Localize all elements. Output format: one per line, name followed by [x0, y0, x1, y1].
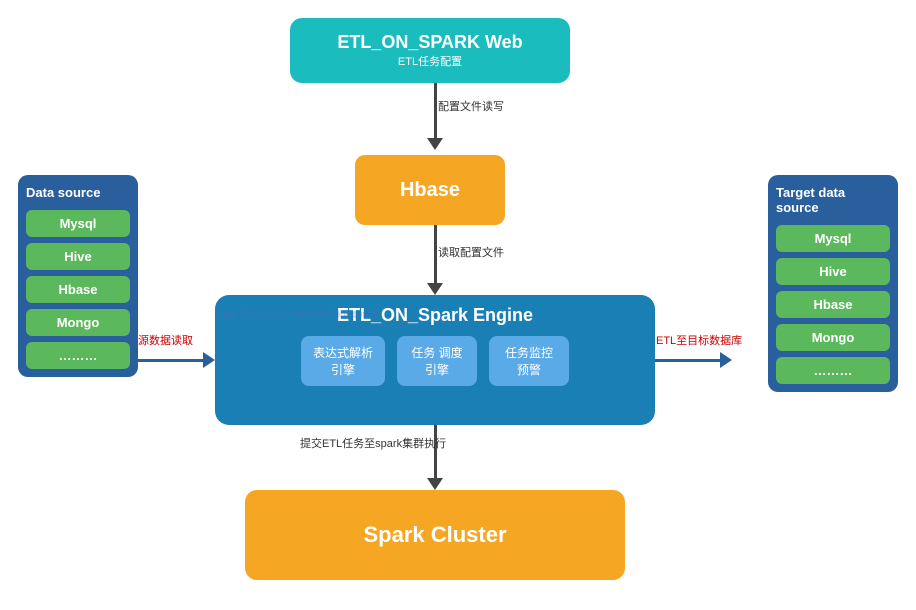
module-monitor: 任务监控预警 [489, 336, 569, 386]
arrow-head-right2 [720, 352, 732, 368]
arrow-hbase-to-engine [427, 225, 443, 295]
arrow-line-h2 [655, 359, 720, 362]
arrow-line [434, 425, 437, 478]
spark-cluster-box: Spark Cluster [245, 490, 625, 580]
module-schedule: 任务 调度引擎 [397, 336, 477, 386]
hbase-box: Hbase [355, 155, 505, 225]
spark-cluster-title: Spark Cluster [363, 522, 506, 548]
etl-web-subtitle: ETL任务配置 [398, 53, 462, 69]
submit-task-label: 提交ETL任务至spark集群执行 [300, 435, 446, 451]
etl-web-title: ETL_ON_SPARK Web [337, 32, 522, 53]
hbase-title: Hbase [400, 179, 460, 202]
right-item-hive: Hive [776, 258, 890, 285]
read-config-label: 读取配置文件 [438, 244, 504, 260]
left-item-mysql: Mysql [26, 210, 130, 237]
left-panel-title: Data source [26, 185, 130, 200]
right-panel-title: Target data source [776, 185, 890, 215]
etl-to-target-label: ETL至目标数据库 [656, 332, 742, 348]
engine-modules: 表达式解析引擎 任务 调度引擎 任务监控预警 [301, 336, 569, 386]
data-source-left-panel: Data source Mysql Hive Hbase Mongo ……… [18, 175, 138, 377]
left-item-more: ……… [26, 342, 130, 369]
module-parse: 表达式解析引擎 [301, 336, 385, 386]
spark-engine-box: ETL_ON_Spark Engine 表达式解析引擎 任务 调度引擎 任务监控… [215, 295, 655, 425]
arrow-engine-to-target [655, 352, 732, 368]
arrow-head [427, 138, 443, 150]
config-rw-label: 配置文件读写 [438, 98, 504, 114]
architecture-diagram: ETL_ON_SPARK Web ETL任务配置 配置文件读写 Hbase 读取… [0, 0, 916, 610]
right-item-hbase: Hbase [776, 291, 890, 318]
data-source-right-panel: Target data source Mysql Hive Hbase Mong… [768, 175, 898, 392]
left-item-mongo: Mongo [26, 309, 130, 336]
arrow-line [434, 83, 437, 138]
arrow-source-to-engine [138, 352, 215, 368]
arrow-web-to-hbase [427, 83, 443, 150]
right-item-mysql: Mysql [776, 225, 890, 252]
arrow-head [427, 283, 443, 295]
arrow-head-right [203, 352, 215, 368]
right-item-mongo: Mongo [776, 324, 890, 351]
arrow-line-h [138, 359, 203, 362]
etl-web-box: ETL_ON_SPARK Web ETL任务配置 [290, 18, 570, 83]
arrow-line [434, 225, 437, 283]
engine-title: ETL_ON_Spark Engine [337, 305, 533, 326]
arrow-head [427, 478, 443, 490]
left-item-hive: Hive [26, 243, 130, 270]
right-item-more: ……… [776, 357, 890, 384]
source-read-label: 源数据读取 [138, 332, 193, 348]
left-item-hbase: Hbase [26, 276, 130, 303]
